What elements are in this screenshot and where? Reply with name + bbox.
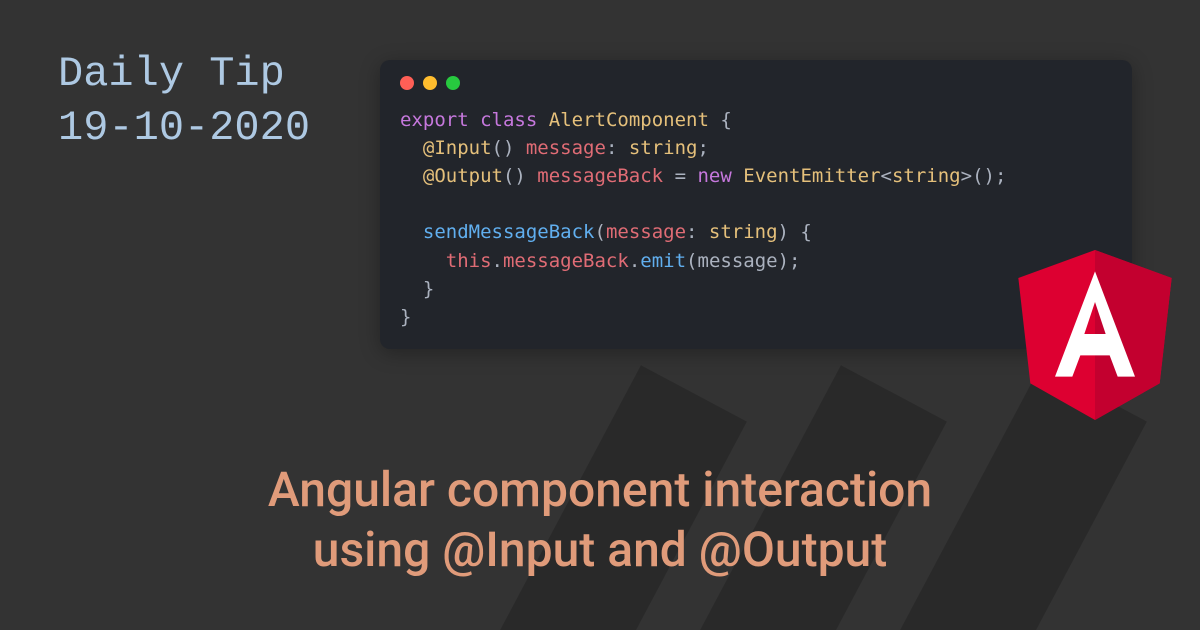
window-controls — [400, 76, 1112, 90]
title-line-1: Angular component interaction — [0, 460, 1200, 520]
code-block: export class AlertComponent { @Input() m… — [400, 106, 1112, 331]
title-line-2: using @Input and @Output — [0, 520, 1200, 580]
maximize-icon — [446, 76, 460, 90]
minimize-icon — [423, 76, 437, 90]
daily-tip-label: Daily Tip — [58, 48, 310, 102]
daily-tip-date: 19-10-2020 — [58, 102, 310, 156]
angular-logo-icon — [1010, 250, 1180, 430]
article-title: Angular component interaction using @Inp… — [0, 460, 1200, 580]
close-icon — [400, 76, 414, 90]
daily-tip-header: Daily Tip 19-10-2020 — [58, 48, 310, 156]
